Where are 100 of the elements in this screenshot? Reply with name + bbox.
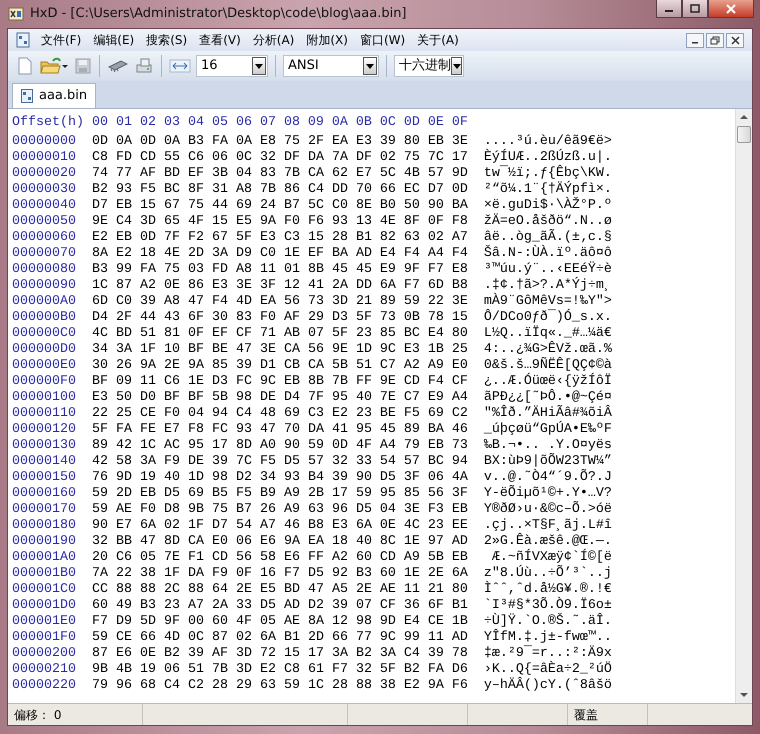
hex-bytes: BF 09 11 C6 1E D3 FC 9C EB 8B 7B FF 9E CD F4 CF [92, 374, 468, 390]
hex-bytes: CC 88 88 2C 88 64 2E E5 BD 47 A5 2E AE 11 21 80 [92, 582, 468, 598]
hex-bytes: 89 42 1C AC 95 17 8D A0 90 59 0D 4F A4 79 EB 73 [92, 438, 468, 454]
hex-bytes: 20 C6 05 7E F1 CD 56 58 E6 FF A2 60 CD A9 5B EB [92, 550, 468, 566]
row-offset: 00000030 [12, 182, 76, 198]
row-offset: 00000080 [12, 262, 76, 278]
ascii-text: Ìˆˆ,ˆd.å½G¥.®.!€ [484, 582, 612, 597]
menu-item[interactable]: 窗口(W) [358, 31, 406, 49]
hex-bytes: 59 2D EB D5 69 B5 F5 B9 A9 2B 17 59 95 85 56 3F [92, 486, 468, 502]
row-offset: 000001B0 [12, 566, 76, 582]
menu-item[interactable]: 查看(V) [198, 31, 242, 49]
hex-bytes: E3 50 D0 BF BF 5B 98 DE D4 7F 95 40 7E C7 E9 A4 [92, 390, 468, 406]
row-offset: 00000020 [12, 166, 76, 182]
ascii-text: .‡¢.†ã>?.A*Ýj÷m¸ [484, 278, 612, 293]
menu-item[interactable]: 文件(F) [40, 31, 82, 49]
hex-bytes: D4 2F 44 43 6F 30 83 F0 AF 29 D3 5F 73 0B 78 15 [92, 310, 468, 326]
row-offset: 00000200 [12, 646, 76, 662]
ascii-text: 0&š.š…9ÑËÊ[QÇ¢©à [484, 358, 612, 373]
vertical-scrollbar[interactable] [735, 109, 752, 703]
ascii-text: Y®ðØ›u·&©c–Õ.>óë [484, 502, 612, 518]
column-header: 00 01 02 03 04 05 06 07 08 09 0A 0B 0C 0D 0E 0F [92, 115, 468, 131]
row-offset: 000001A0 [12, 550, 76, 566]
hex-bytes: 5F FA FE E7 F8 FC 93 47 70 DA 41 95 45 89 BA 46 [92, 422, 468, 438]
menu-item[interactable]: 编辑(E) [92, 31, 136, 49]
ascii-text: ×ë.guDi$·\ÀŽ°P.º [484, 198, 612, 213]
ascii-text: ....³ú.èu/êã9€ë> [484, 134, 612, 149]
width-arrows-icon [169, 58, 191, 74]
menu-item[interactable]: 关于(A) [416, 31, 460, 49]
hex-bytes: C8 FD CD 55 C6 06 0C 32 DF DA 7A DF 02 75 7C 17 [92, 150, 468, 166]
close-icon [725, 4, 737, 14]
row-offset: 00000090 [12, 278, 76, 294]
open-folder-button[interactable] [39, 57, 69, 75]
ascii-text: mÀ9¨GôMêVs=!‰Y"> [484, 294, 612, 309]
caret-icon [255, 64, 263, 68]
row-offset: 00000010 [12, 150, 76, 166]
row-offset: 00000050 [12, 214, 76, 230]
ascii-text: YÎfM.‡.j±-fwœ™.. [484, 630, 612, 645]
ascii-text: _úþçøü“GpÚA•E‰ºF [484, 422, 612, 438]
bytes-per-row-dropdown[interactable]: 16 [196, 55, 268, 77]
row-offset: 00000060 [12, 230, 76, 246]
ascii-text: z"8.Úù..÷Õ’³`..j [484, 566, 612, 581]
row-offset: 00000070 [12, 246, 76, 262]
file-tab[interactable]: aaa.bin [12, 83, 96, 108]
restore-button[interactable] [706, 32, 724, 48]
hex-bytes: 30 26 9A 2E 9A 85 39 D1 CB CA 5B 51 C7 A2 A9 E0 [92, 358, 468, 374]
caret-icon [366, 64, 374, 68]
row-offset: 000001E0 [12, 614, 76, 630]
ascii-text: BX:ùÞ9|õÕW23TW¼” [484, 454, 612, 469]
hex-bytes: 1C 87 A2 0E 86 E3 3E 3F 12 41 2A DD 6A F7 6D B8 [92, 278, 468, 294]
menu-item[interactable]: 附加(X) [305, 31, 349, 49]
close-button[interactable] [708, 0, 754, 18]
ascii-text: ÷Ù]Ÿ.`O.®Š.˜.äÎ. [484, 614, 612, 629]
ascii-text: âë..òg_ãÃ.(±‚c.§ [484, 230, 612, 245]
ascii-text: 2»G.Êà.æšê.@Œ.—. [484, 534, 612, 549]
row-offset: 000000C0 [12, 326, 76, 342]
minimize-button[interactable] [656, 0, 682, 18]
row-offset: 000001D0 [12, 598, 76, 614]
row-offset: 000001F0 [12, 630, 76, 646]
hex-bytes: 9B 4B 19 06 51 7B 3D E2 C8 61 F7 32 5F B2 FA D6 [92, 662, 468, 678]
ascii-text: 4:..¿¾G>ÊVž.œã.% [484, 342, 612, 357]
hex-bytes: 8A E2 18 4E 2D 3A D9 C0 1E EF BA AD E4 F4 A4 F4 [92, 246, 468, 262]
offset-base-dropdown[interactable]: 十六进制 [394, 55, 464, 77]
document-icon[interactable] [16, 32, 30, 48]
row-offset: 00000190 [12, 534, 76, 550]
close-button[interactable] [726, 32, 744, 48]
hex-bytes: B2 93 F5 BC 8F 31 A8 7B 86 C4 DD 70 66 EC D7 0D [92, 182, 468, 198]
menu-item[interactable]: 分析(A) [252, 31, 296, 49]
maximize-icon [690, 4, 700, 13]
ascii-text: v..@.˜Ò4“´9.Õ?.J [484, 470, 612, 485]
charset-dropdown[interactable]: ANSI [283, 55, 379, 77]
memory-chip-icon[interactable] [107, 59, 129, 73]
hex-bytes: 7A 22 38 1F DA F9 0F 16 F7 D5 92 B3 60 1E 2E 6A [92, 566, 468, 582]
ascii-text: žÄ=eO.åšðö“.N..ø [484, 214, 612, 229]
ascii-text: y–hÄÂ()cY.(ˆ8âšö [484, 678, 612, 694]
ascii-text: "%Îð.”ÄHiÃâ#¾õiÂ [484, 406, 612, 421]
row-offset: 00000110 [12, 406, 76, 422]
ascii-text: Æ.~ñÍVXæÿ¢`Í©[ë [492, 550, 612, 565]
ascii-text: tw¯½ï;.ƒ{Êbç\KW. [484, 166, 612, 181]
row-offset: 00000040 [12, 198, 76, 214]
ascii-text: ‡æ.²9¯=r..:²:Ä9x [484, 646, 612, 661]
hex-bytes: 59 CE 66 4D 0C 87 02 6A B1 2D 66 77 9C 99 11 AD [92, 630, 468, 646]
ascii-text: .çj..×T§F¸ãj.L#î [484, 518, 612, 533]
hex-bytes: 32 BB 47 8D CA E0 06 E6 9A EA 18 40 8C 1E 97 AD [92, 534, 468, 550]
scrollbar-thumb[interactable] [737, 126, 751, 143]
ascii-text: ‰B.¬•.. .Y.O¤yës [484, 438, 612, 453]
app-icon [8, 6, 24, 22]
hex-bytes: D7 EB 15 67 75 44 69 24 B7 5C C0 8E B0 50 90 BA [92, 198, 468, 214]
row-offset: 000000F0 [12, 374, 76, 390]
menu-item[interactable]: 搜索(S) [145, 31, 188, 49]
hex-bytes: 59 AE F0 D8 9B 75 B7 26 A9 63 96 D5 04 3E F3 EB [92, 502, 468, 518]
hex-bytes: 42 58 3A F9 DE 39 7C F5 D5 57 32 33 54 57 BC 94 [92, 454, 468, 470]
row-offset: 00000130 [12, 438, 76, 454]
minimize-button[interactable] [686, 32, 704, 48]
maximize-button[interactable] [682, 0, 708, 18]
ascii-text: Šâ.N-:ÙÀ.ïº.äô¤ô [484, 246, 612, 261]
new-file-button[interactable] [16, 57, 34, 75]
hex-bytes: 0D 0A 0D 0A B3 FA 0A E8 75 2F EA E3 39 80 EB 3E [92, 134, 468, 150]
hex-bytes: 22 25 CE F0 04 94 C4 48 69 C3 E2 23 BE F5 69 C2 [92, 406, 468, 422]
hex-bytes: B3 99 FA 75 03 FD A8 11 01 8B 45 45 E9 9F F7 E8 [92, 262, 468, 278]
row-offset: 00000180 [12, 518, 76, 534]
